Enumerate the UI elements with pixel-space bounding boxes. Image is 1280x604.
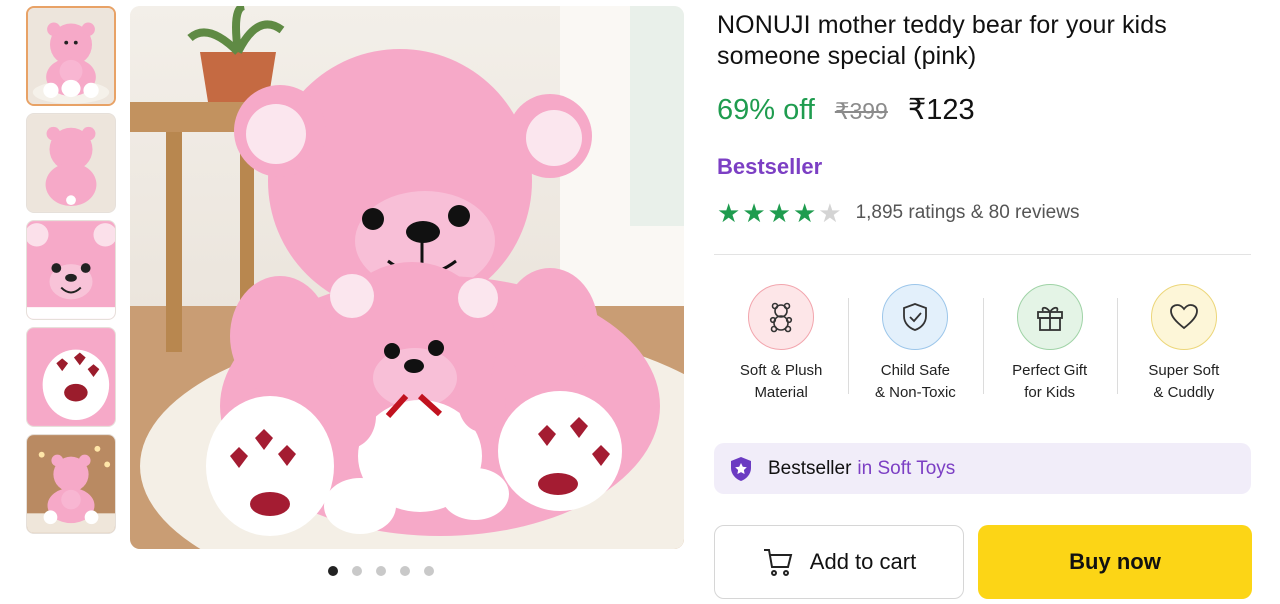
thumbnail-2[interactable] bbox=[26, 113, 116, 213]
thumbnail-4[interactable] bbox=[26, 327, 116, 427]
add-to-cart-label: Add to cart bbox=[809, 549, 917, 574]
star-icon: ★ bbox=[792, 198, 817, 228]
thumbnail-5[interactable] bbox=[26, 434, 116, 534]
carousel-dot-2[interactable] bbox=[352, 566, 362, 576]
original-price: ₹399 bbox=[834, 98, 888, 124]
rating-row[interactable]: ★ ★ ★ ★ ★ 1,895 ratings & 80 reviews bbox=[717, 200, 1252, 226]
teddy-bear-icon bbox=[748, 284, 815, 350]
discount-percent: 69% off bbox=[717, 94, 815, 126]
teddy-back-image bbox=[27, 114, 115, 212]
price-row: 69% off ₹399 ₹123 bbox=[717, 92, 1252, 127]
teddy-paw-image bbox=[27, 328, 115, 426]
carousel-dot-3[interactable] bbox=[376, 566, 386, 576]
teddy-lifestyle-image bbox=[27, 435, 115, 533]
bestseller-label: Bestseller bbox=[768, 457, 852, 479]
thumbnail-3[interactable] bbox=[26, 220, 116, 320]
carousel-dot-1[interactable] bbox=[328, 566, 338, 576]
feature-label: Soft & Plush Material bbox=[739, 362, 823, 401]
teddy-thumbnail-image bbox=[28, 8, 114, 104]
selling-price: ₹123 bbox=[907, 94, 975, 126]
bestseller-tag: Bestseller bbox=[717, 154, 823, 179]
teddy-face-image bbox=[27, 221, 115, 319]
feature-label: Super Soft & Cuddly bbox=[1148, 362, 1220, 401]
product-title: NONUJI mother teddy bear for your kids s… bbox=[717, 11, 1167, 70]
feature-soft-plush: Soft & Plush Material bbox=[714, 284, 848, 404]
thumbnail-list bbox=[26, 6, 118, 541]
gift-icon bbox=[1016, 284, 1083, 350]
feature-super-soft: Super Soft & Cuddly bbox=[1116, 284, 1251, 404]
feature-label: Perfect Gift for Kids bbox=[1012, 362, 1088, 401]
ratings-count[interactable]: 1,895 ratings & 80 reviews bbox=[856, 202, 1080, 224]
divider bbox=[714, 254, 1251, 255]
thumbnail-1[interactable] bbox=[26, 6, 116, 106]
star-icon: ★ bbox=[742, 198, 766, 228]
star-shield-icon bbox=[731, 456, 751, 481]
carousel-dot-4[interactable] bbox=[400, 566, 410, 576]
add-to-cart-button[interactable]: Add to cart bbox=[714, 525, 964, 599]
buy-now-label: Buy now bbox=[1069, 549, 1161, 574]
feature-gift: Perfect Gift for Kids bbox=[982, 284, 1117, 404]
feature-highlights: Soft & Plush Material Child Safe & Non-T… bbox=[714, 284, 1251, 404]
bestseller-banner[interactable]: Bestseller in Soft Toys bbox=[714, 443, 1251, 494]
buy-now-button[interactable]: Buy now bbox=[978, 525, 1252, 599]
heart-icon bbox=[1150, 284, 1217, 350]
star-rating: ★ ★ ★ ★ ★ bbox=[717, 200, 842, 226]
bestseller-category[interactable]: in Soft Toys bbox=[857, 458, 955, 480]
star-empty-icon: ★ bbox=[818, 198, 842, 228]
feature-label: Child Safe & Non-Toxic bbox=[874, 362, 956, 401]
star-icon: ★ bbox=[717, 198, 741, 228]
carousel-dot-5[interactable] bbox=[424, 566, 434, 576]
star-icon: ★ bbox=[767, 198, 791, 228]
feature-child-safe: Child Safe & Non-Toxic bbox=[848, 284, 982, 404]
product-details: NONUJI mother teddy bear for your kids s… bbox=[717, 10, 1252, 226]
teddy-bear-illustration bbox=[130, 6, 684, 549]
carousel-dots bbox=[328, 566, 434, 576]
main-product-image[interactable] bbox=[130, 6, 684, 549]
cart-icon bbox=[763, 549, 793, 576]
shield-check-icon bbox=[882, 284, 949, 350]
